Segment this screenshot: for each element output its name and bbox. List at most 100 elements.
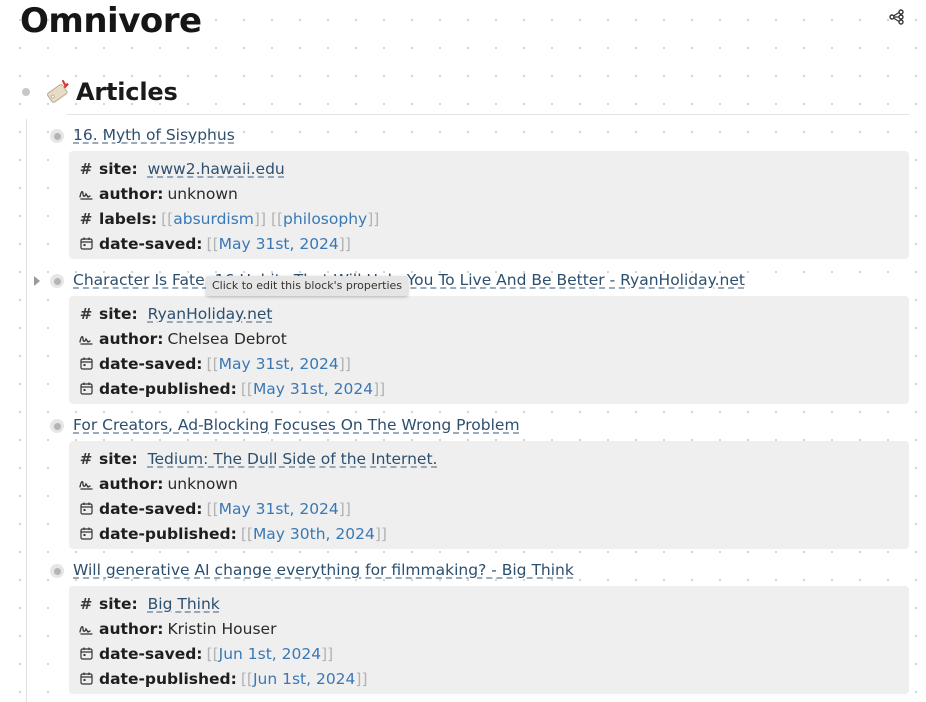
block-properties[interactable]: # site: Big Think author: Kristin Houser…: [69, 586, 909, 694]
article-title-link[interactable]: For Creators, Ad-Blocking Focuses On The…: [73, 416, 520, 434]
property-date-saved: date-saved: [[May 31st, 2024]]: [79, 496, 909, 521]
property-key: date-published:: [99, 379, 237, 398]
site-link[interactable]: www2.hawaii.edu: [148, 160, 285, 178]
block-properties[interactable]: # site: RyanHoliday.net author: Chelsea …: [69, 296, 909, 404]
property-labels: # labels: [[absurdism]] [[philosophy]]: [79, 206, 909, 231]
section-divider: [67, 114, 909, 115]
bracket-open: [[: [240, 669, 253, 688]
bracket-open: [[: [240, 379, 253, 398]
collapse-arrow-icon[interactable]: [34, 276, 40, 286]
author-value: unknown: [167, 184, 238, 203]
tag-icon: [42, 77, 72, 107]
property-key: site:: [99, 449, 138, 468]
date-ref[interactable]: May 31st, 2024: [253, 380, 373, 398]
bracket-open: [[: [206, 644, 219, 663]
property-key: date-saved:: [99, 234, 203, 253]
signature-icon: [79, 187, 93, 201]
site-link[interactable]: Tedium: The Dull Side of the Internet.: [148, 450, 438, 468]
article-title-link[interactable]: Will generative AI change everything for…: [73, 561, 574, 579]
property-site: # site: Tedium: The Dull Side of the Int…: [79, 446, 909, 471]
section-header: Articles: [18, 74, 178, 110]
property-key: date-saved:: [99, 354, 203, 373]
article-block: For Creators, Ad-Blocking Focuses On The…: [36, 414, 909, 549]
properties-tooltip: Click to edit this block's properties: [206, 276, 409, 296]
bracket-close: ]]: [374, 524, 387, 543]
calendar-icon: [79, 527, 93, 541]
block-bullet[interactable]: [50, 129, 64, 143]
property-date-saved: date-saved: [[May 31st, 2024]]: [79, 231, 909, 256]
hash-icon: #: [79, 594, 93, 613]
block-bullet[interactable]: [50, 419, 64, 433]
section-title[interactable]: Articles: [76, 78, 178, 106]
calendar-icon: [79, 357, 93, 371]
date-ref[interactable]: May 31st, 2024: [219, 235, 339, 253]
bracket-open: [[: [161, 209, 174, 228]
property-date-saved: date-saved: [[Jun 1st, 2024]]: [79, 641, 909, 666]
date-ref[interactable]: Jun 1st, 2024: [253, 670, 355, 688]
bracket-open: [[: [206, 234, 219, 253]
author-value: unknown: [167, 474, 238, 493]
site-link[interactable]: Big Think: [148, 595, 220, 613]
hash-icon: #: [79, 304, 93, 323]
date-ref[interactable]: May 31st, 2024: [219, 355, 339, 373]
property-key: author:: [99, 329, 164, 348]
bracket-open: [[: [240, 524, 253, 543]
article-title-link[interactable]: 16. Myth of Sisyphus: [73, 126, 235, 144]
author-value: Kristin Houser: [167, 619, 277, 638]
property-author: author: unknown: [79, 181, 909, 206]
calendar-icon: [79, 237, 93, 251]
property-site: # site: www2.hawaii.edu: [79, 156, 909, 181]
bracket-close: ]]: [338, 499, 351, 518]
author-value: Chelsea Debrot: [167, 329, 287, 348]
page-ref[interactable]: philosophy: [283, 210, 367, 228]
article-block: Will generative AI change everything for…: [36, 559, 909, 694]
block-bullet[interactable]: [50, 274, 64, 288]
bracket-close: ]]: [373, 379, 386, 398]
property-key: site:: [99, 594, 138, 613]
property-key: author:: [99, 619, 164, 638]
site-link[interactable]: RyanHoliday.net: [148, 305, 273, 323]
property-date-published: date-published: [[May 31st, 2024]]: [79, 376, 909, 401]
date-ref[interactable]: May 30th, 2024: [253, 525, 375, 543]
block-properties[interactable]: # site: www2.hawaii.edu author: unknown …: [69, 151, 909, 259]
article-title-link[interactable]: Character Is Fate: 16 Habits That Will H…: [73, 271, 745, 289]
property-site: # site: Big Think: [79, 591, 909, 616]
property-key: author:: [99, 184, 164, 203]
bracket-open: [[: [206, 354, 219, 373]
signature-icon: [79, 622, 93, 636]
bracket-open: [[: [206, 499, 219, 518]
section-bullet[interactable]: [22, 88, 30, 96]
page-ref[interactable]: absurdism: [173, 210, 254, 228]
hash-icon: #: [79, 449, 93, 468]
signature-icon: [79, 477, 93, 491]
property-author: author: Kristin Houser: [79, 616, 909, 641]
property-site: # site: RyanHoliday.net: [79, 301, 909, 326]
calendar-icon: [79, 647, 93, 661]
article-block: 16. Myth of Sisyphus # site: www2.hawaii…: [36, 124, 909, 259]
calendar-icon: [79, 672, 93, 686]
article-block: Character Is Fate: 16 Habits That Will H…: [34, 269, 909, 404]
bracket-close: ]]: [338, 234, 351, 253]
graph-view-icon[interactable]: [886, 6, 908, 28]
bracket-open: [[: [270, 209, 284, 228]
bracket-close: ]]: [355, 669, 368, 688]
date-ref[interactable]: May 31st, 2024: [219, 500, 339, 518]
block-bullet[interactable]: [50, 564, 64, 578]
property-author: author: Chelsea Debrot: [79, 326, 909, 351]
property-author: author: unknown: [79, 471, 909, 496]
calendar-icon: [79, 382, 93, 396]
thread-line: [26, 119, 27, 702]
date-ref[interactable]: Jun 1st, 2024: [219, 645, 321, 663]
bracket-close: ]]: [253, 209, 266, 228]
property-key: labels:: [99, 209, 158, 228]
calendar-icon: [79, 502, 93, 516]
property-date-published: date-published: [[May 30th, 2024]]: [79, 521, 909, 546]
property-key: site:: [99, 304, 138, 323]
bracket-close: ]]: [321, 644, 334, 663]
property-key: author:: [99, 474, 164, 493]
signature-icon: [79, 332, 93, 346]
block-properties[interactable]: # site: Tedium: The Dull Side of the Int…: [69, 441, 909, 549]
page-title: Omnivore: [20, 1, 202, 41]
bracket-close: ]]: [367, 209, 380, 228]
property-key: date-published:: [99, 669, 237, 688]
